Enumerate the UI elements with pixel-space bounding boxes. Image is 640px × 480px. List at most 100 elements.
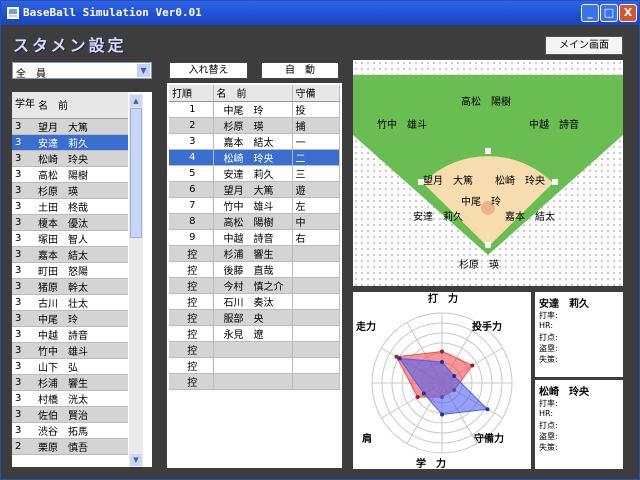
table-row[interactable]: 控服部 央 <box>169 309 340 326</box>
name-cell: 石川 奏汰 <box>213 293 293 310</box>
table-row[interactable]: 7 竹中 雄斗左 <box>169 197 340 214</box>
year-cell: 3 <box>12 310 35 327</box>
name-cell: 村橋 洸太 <box>35 390 128 407</box>
second-base <box>485 148 491 154</box>
rf-label[interactable]: 中越 詩音 <box>529 118 579 131</box>
table-row[interactable]: 9 中越 詩音右 <box>169 229 340 246</box>
table-row[interactable]: 3 町田 怒陽 <box>12 262 128 279</box>
roster-scrollbar[interactable]: ▲ ▼ <box>129 94 143 467</box>
lf-label[interactable]: 竹中 雄斗 <box>377 118 427 131</box>
position-cell <box>292 245 340 262</box>
name-cell: 猪原 幹太 <box>35 278 128 295</box>
table-row[interactable]: 3 古川 壮太 <box>12 294 128 311</box>
name-cell: 嘉本 結太 <box>213 133 293 150</box>
stat-label: HR: <box>539 409 554 418</box>
table-row[interactable]: 3 嘉本 結太一 <box>169 133 340 150</box>
auto-button[interactable]: 自 動 <box>261 62 339 79</box>
main-menu-button[interactable]: メイン画面 <box>545 36 623 55</box>
order-cell: 控 <box>169 245 214 262</box>
scroll-up-icon[interactable]: ▲ <box>130 95 142 107</box>
radar-point <box>397 356 402 361</box>
b2-label[interactable]: 松崎 玲央 <box>495 174 545 187</box>
first-base <box>552 179 558 185</box>
order-cell: 4 <box>169 149 214 166</box>
filter-dropdown[interactable]: 全 員 ▼ <box>12 62 152 80</box>
position-cell <box>292 293 340 310</box>
table-row[interactable]: 控永見 遼 <box>169 325 340 342</box>
position-cell <box>292 309 340 326</box>
swap-button[interactable]: 入れ替え <box>169 62 248 79</box>
table-row[interactable]: 5 安達 莉久三 <box>169 165 340 182</box>
table-row[interactable]: 3 嘉本 結太 <box>12 246 128 263</box>
order-cell: 控 <box>169 309 214 326</box>
col-order[interactable]: 打順 <box>169 85 214 102</box>
scroll-thumb[interactable] <box>130 108 142 238</box>
table-row[interactable]: 控杉浦 響生 <box>169 245 340 262</box>
name-cell: 古川 壮太 <box>35 294 128 311</box>
name-cell: 杉原 瑛 <box>35 182 128 199</box>
table-row[interactable]: 2 杉原 瑛捕 <box>169 117 340 134</box>
table-row[interactable]: 3 杉原 瑛 <box>12 182 128 199</box>
table-row[interactable]: 3 安達 莉久 <box>12 134 128 151</box>
table-row[interactable]: 3 松崎 玲央 <box>12 150 128 167</box>
table-row[interactable]: 1 中尾 玲投 <box>169 101 340 118</box>
table-row[interactable]: 3 山下 弘 <box>12 358 128 375</box>
table-row[interactable]: 2 栗原 慎吾 <box>12 438 128 455</box>
name-cell: 中越 詩音 <box>35 326 128 343</box>
col-name[interactable]: 名 前 <box>35 92 128 119</box>
table-row[interactable]: 3 中越 詩音 <box>12 326 128 343</box>
chevron-down-icon[interactable]: ▼ <box>137 64 150 77</box>
table-row[interactable]: 3 渋谷 拓馬 <box>12 422 128 439</box>
table-row[interactable]: 6 望月 大篤遊 <box>169 181 340 198</box>
radar-point <box>421 391 426 396</box>
app-window: BaseBall Simulation Ver0.01 _ □ X スタメン設定… <box>0 0 640 480</box>
name-cell: 杉浦 響生 <box>35 374 128 391</box>
table-row[interactable]: 3 杉浦 響生 <box>12 374 128 391</box>
col-year[interactable]: 学年 <box>12 92 35 119</box>
radar-point <box>440 412 444 417</box>
table-row[interactable]: 控後藤 直哉 <box>169 261 340 278</box>
table-row[interactable]: 控 <box>169 373 340 390</box>
ss-label[interactable]: 望月 大篤 <box>423 174 473 187</box>
order-cell: 5 <box>169 165 214 182</box>
cf-label[interactable]: 高松 陽樹 <box>461 95 511 108</box>
position-cell <box>292 341 340 358</box>
table-row[interactable]: 4 松崎 玲央二 <box>169 149 340 166</box>
col-name[interactable]: 名 前 <box>213 85 293 102</box>
name-cell: 松崎 玲央 <box>35 150 128 167</box>
table-row[interactable]: 3 土田 柊哉 <box>12 198 128 215</box>
maximize-button[interactable]: □ <box>600 4 618 22</box>
table-row[interactable]: 3 塚田 智人 <box>12 230 128 247</box>
table-row[interactable]: 8 高松 陽樹中 <box>169 213 340 230</box>
order-cell: 7 <box>169 197 214 214</box>
table-row[interactable]: 3 中尾 玲 <box>12 310 128 327</box>
b3-label[interactable]: 安達 莉久 <box>413 210 463 223</box>
year-cell: 3 <box>12 246 35 263</box>
b1-label[interactable]: 嘉本 結太 <box>505 210 555 223</box>
table-row[interactable]: 控今村 慎之介 <box>169 277 340 294</box>
minimize-button[interactable]: _ <box>581 4 599 22</box>
order-cell: 控 <box>169 325 214 342</box>
table-row[interactable]: 3 榎本 優汰 <box>12 214 128 231</box>
col-position[interactable]: 守備 <box>292 85 340 102</box>
table-row[interactable]: 3 佐伯 賢治 <box>12 406 128 423</box>
table-row[interactable]: 控石川 奏汰 <box>169 293 340 310</box>
p-label[interactable]: 中尾 玲 <box>461 195 501 208</box>
close-button[interactable]: X <box>619 4 637 22</box>
scroll-down-icon[interactable]: ▼ <box>130 454 142 466</box>
window-title: BaseBall Simulation Ver0.01 <box>23 6 202 19</box>
table-row[interactable]: 控 <box>169 357 340 374</box>
table-row[interactable]: 3 猪原 幹太 <box>12 278 128 295</box>
table-row[interactable]: 3 竹中 雄斗 <box>12 342 128 359</box>
table-row[interactable]: 控 <box>169 341 340 358</box>
name-cell: 中尾 玲 <box>35 310 128 327</box>
table-row[interactable]: 3 村橋 洸太 <box>12 390 128 407</box>
name-cell <box>213 373 293 390</box>
order-cell: 9 <box>169 229 214 246</box>
title-bar: BaseBall Simulation Ver0.01 _ □ X <box>1 1 639 25</box>
player-card-2: 松崎 玲央 打率: HR: 打点: 盗塁: 失策: <box>535 380 623 469</box>
table-row[interactable]: 3 望月 大篤 <box>12 118 128 135</box>
c-label[interactable]: 杉原 瑛 <box>459 258 499 271</box>
table-row[interactable]: 3 高松 陽樹 <box>12 166 128 183</box>
name-cell: 安達 莉久 <box>35 134 128 151</box>
